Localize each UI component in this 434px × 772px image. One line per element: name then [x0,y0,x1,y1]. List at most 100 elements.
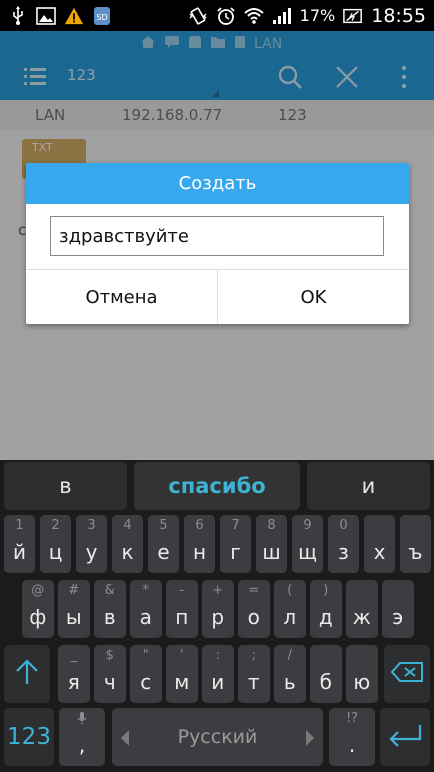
soft-keyboard: в спасибо и 1й2ц3у4к5е6н7г8ш9щ0зхъ @ ф # ы &… [0,460,434,772]
key-row1-7[interactable]: 8ш [256,515,287,573]
mic-icon [59,711,105,729]
key-row1-5[interactable]: 6н [184,515,215,573]
key-row1-6[interactable]: 7г [220,515,251,573]
suggestion-right[interactable]: и [307,462,430,510]
key-row1-11[interactable]: ъ [400,515,431,573]
key-row2-9[interactable]: ж [346,580,378,638]
signal-icon [272,6,292,26]
dialog-title: Создать [26,163,409,204]
key-row1-4[interactable]: 5е [148,515,179,573]
key-label: л [283,605,297,629]
suggestion-left[interactable]: в [4,462,127,510]
shift-arrow-icon [14,658,40,691]
period-key[interactable]: !? . [329,708,375,766]
key-hint: 4 [123,518,132,533]
key-row2-3[interactable]: * а [130,580,162,638]
key-label: ц [48,540,63,564]
key-label: р [211,605,225,629]
key-hint: ' [179,648,184,663]
key-label: в [103,605,116,629]
key-hint: ) [323,583,329,598]
wifi-icon [244,6,264,26]
key-row1-10[interactable]: х [364,515,395,573]
key-hint: - [179,583,185,598]
key-row2-5[interactable]: + р [202,580,234,638]
key-row3-8[interactable]: ю [346,645,378,703]
key-row2-4[interactable]: -п [166,580,198,638]
alarm-icon [216,6,236,26]
key-hint: 1 [15,518,24,533]
key-hint: 9 [303,518,312,533]
key-row3-0[interactable]: _ я [58,645,90,703]
key-row3-6[interactable]: / ь [274,645,306,703]
key-hint: 8 [267,518,276,533]
key-row2-0[interactable]: @ ф [22,580,54,638]
key-hint: 2 [51,518,60,533]
key-label: п [175,605,189,629]
key-row1-2[interactable]: 3у [76,515,107,573]
cancel-button[interactable]: Отмена [26,270,217,324]
status-bar: SD 17% 18:55 [0,0,434,31]
key-label: ф [29,605,47,629]
key-label: д [318,605,333,629]
name-input[interactable] [50,216,384,256]
key-label: у [85,540,98,564]
key-label: к [121,540,134,564]
key-row2-6[interactable]: = о [238,580,270,638]
shift-key[interactable] [4,645,50,703]
key-hint: ( [287,583,293,598]
key-label: т [247,670,260,694]
key-hint: 0 [339,518,348,533]
key-row2-1[interactable]: # ы [58,580,90,638]
key-hint: 3 [87,518,96,533]
key-row2-2[interactable]: & в [94,580,126,638]
key-row3-4[interactable]: :и [202,645,234,703]
key-row3-7[interactable]: б [310,645,342,703]
key-row2-8[interactable]: ) д [310,580,342,638]
key-label: й [13,540,26,564]
backspace-icon [390,661,424,688]
chevron-left-icon [120,728,130,752]
key-label: и [211,670,225,694]
key-hint: 5 [159,518,168,533]
enter-key[interactable] [380,708,430,766]
key-hint: @ [31,583,45,598]
ok-button[interactable]: OK [217,270,409,324]
key-row3-2[interactable]: " с [130,645,162,703]
key-row2-10[interactable]: э [382,580,414,638]
key-hint: * [142,583,150,598]
key-row3-3[interactable]: ' м [166,645,198,703]
key-label: ч [103,670,116,694]
key-label: б [319,670,332,694]
key-label: з [338,540,349,564]
numbers-key[interactable]: 123 [4,708,54,766]
key-hint: # [68,583,80,598]
key-row1-0[interactable]: 1й [4,515,35,573]
key-label: ъ [408,540,423,564]
chevron-right-icon [305,728,315,752]
space-key[interactable]: Русский [112,708,323,766]
key-hint: = [248,583,260,598]
key-row1-3[interactable]: 4к [112,515,143,573]
key-label: ж [352,605,371,629]
period-hint: !? [345,711,359,726]
key-hint: ; [251,648,256,663]
key-label: н [192,540,207,564]
key-row3-5[interactable]: ; т [238,645,270,703]
clock: 18:55 [371,4,426,27]
key-label: ш [262,540,281,564]
key-label: щ [298,540,317,564]
key-row3-1[interactable]: $ ч [94,645,126,703]
key-row1-8[interactable]: 9щ [292,515,323,573]
key-row1-9[interactable]: 0з [328,515,359,573]
usb-icon [8,5,28,26]
key-row2-7[interactable]: (л [274,580,306,638]
key-hint: + [212,583,224,598]
key-row1-1[interactable]: 2ц [40,515,71,573]
comma-key[interactable]: , [59,708,105,766]
key-label: э [392,605,404,629]
suggestion-center[interactable]: спасибо [134,462,300,510]
key-hint: " [142,648,149,663]
backspace-key[interactable] [384,645,430,703]
warning-icon [64,6,84,26]
